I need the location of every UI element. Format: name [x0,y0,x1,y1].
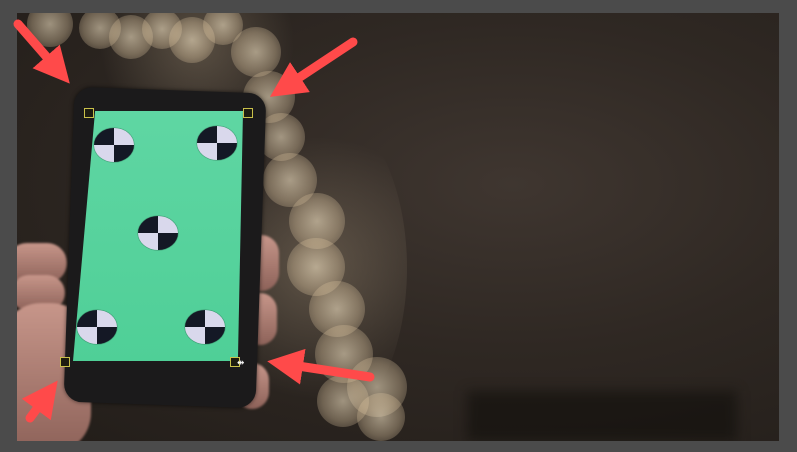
arrow-top-right [269,37,358,97]
arrow-bottom-left [21,380,58,423]
annotation-arrows [13,19,375,423]
arrow-bottom-right [267,348,375,385]
viewer-frame: ⇹ [0,0,797,452]
arrow-top-left [13,19,70,84]
